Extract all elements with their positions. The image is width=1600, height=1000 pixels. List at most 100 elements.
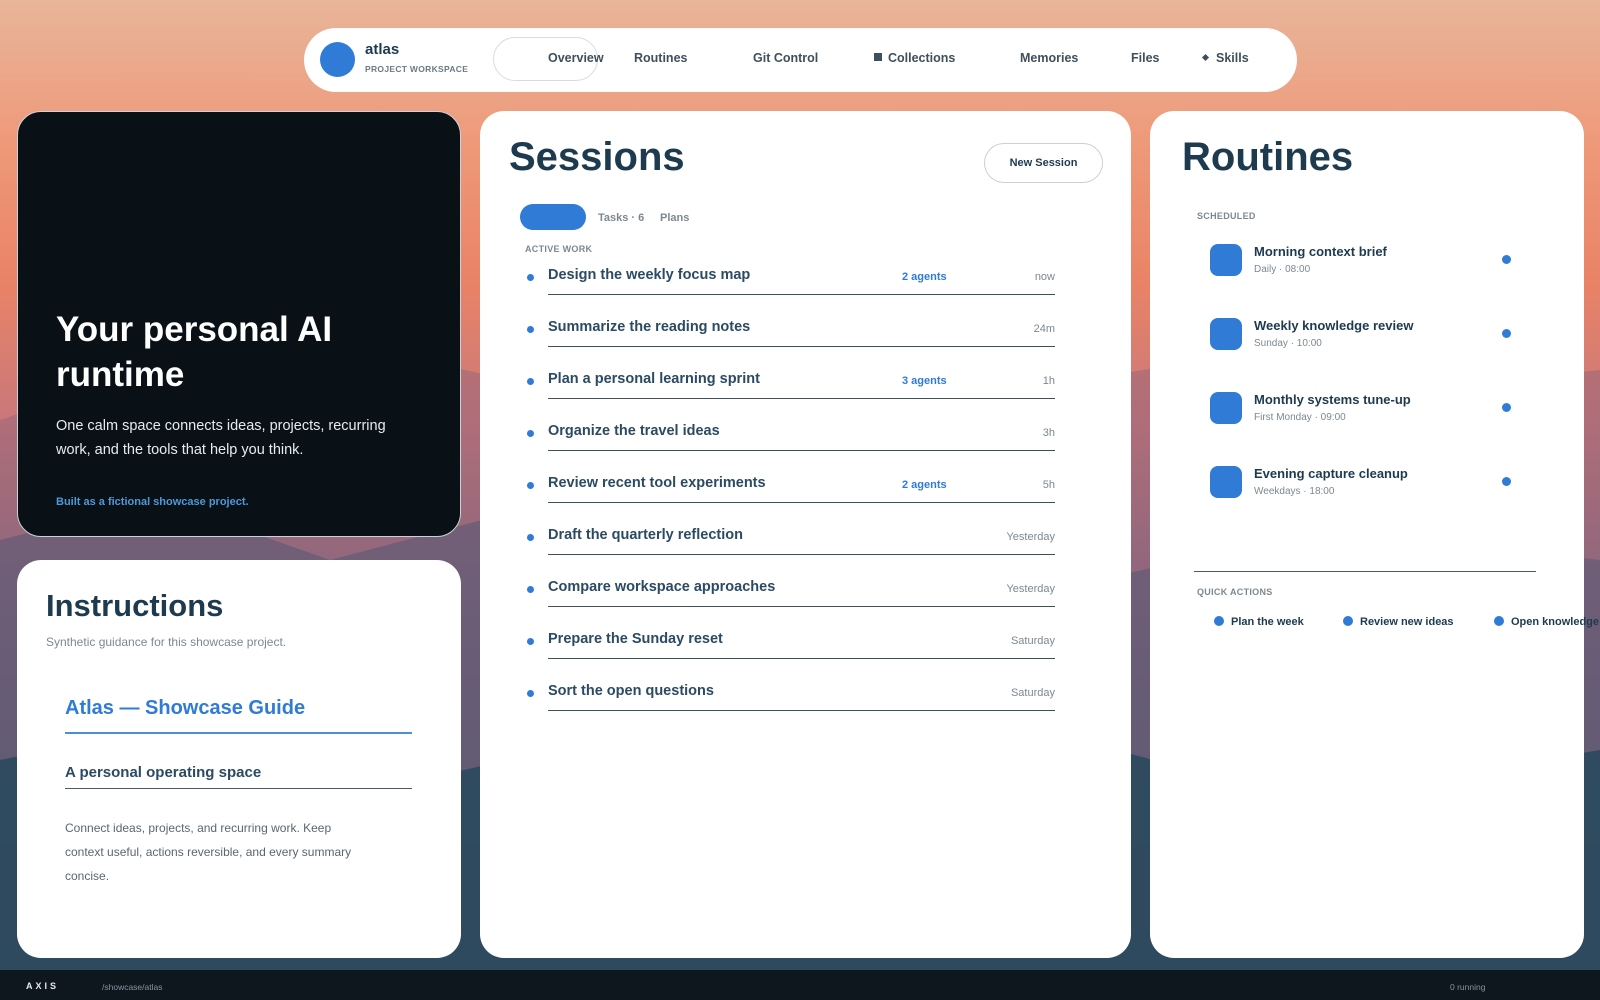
sessions-title: Sessions [509, 135, 685, 179]
workspace-name[interactable]: atlas [365, 41, 399, 58]
session-row[interactable]: Compare workspace approaches Yesterday [525, 577, 1055, 629]
session-agents-badge: 2 agents [902, 479, 947, 491]
collections-icon [874, 53, 882, 61]
nav-item-overview[interactable]: Overview [548, 51, 604, 65]
top-nav: atlas PROJECT WORKSPACE Overview Routine… [304, 28, 1297, 92]
session-dot-icon [527, 326, 534, 333]
routine-item[interactable]: Monthly systems tune-up First Monday · 0… [1210, 392, 1520, 442]
routine-name: Weekly knowledge review [1254, 318, 1414, 333]
instructions-card: Instructions Synthetic guidance for this… [17, 560, 461, 958]
routine-icon [1210, 318, 1242, 350]
routine-schedule: Weekdays · 18:00 [1254, 486, 1335, 497]
app-brand: AXIS [26, 981, 60, 991]
tab-plans[interactable]: Plans [660, 212, 689, 224]
session-time: now [1034, 271, 1055, 283]
session-agents-badge: 2 agents [902, 271, 947, 283]
guide-heading: A personal operating space [65, 764, 262, 781]
session-time: Yesterday [1006, 531, 1055, 543]
routines-divider [1194, 571, 1536, 572]
nav-item-files[interactable]: Files [1131, 51, 1160, 65]
quick-action-dot-icon [1343, 616, 1353, 626]
session-row[interactable]: Organize the travel ideas 3h [525, 421, 1055, 473]
session-dot-icon [527, 586, 534, 593]
nav-item-git-control[interactable]: Git Control [753, 51, 818, 65]
session-agents-badge: 3 agents [902, 375, 947, 387]
session-time: 24m [1033, 323, 1055, 335]
tab-tasks[interactable]: Tasks · 6 [598, 212, 644, 224]
session-name: Draft the quarterly reflection [548, 527, 743, 543]
session-time: Saturday [1010, 635, 1055, 647]
routine-name: Monthly systems tune-up [1254, 392, 1411, 407]
session-name: Design the weekly focus map [548, 267, 751, 283]
hero-title: Your personal AI runtime [56, 310, 333, 394]
session-divider [548, 346, 1055, 347]
session-divider [548, 450, 1055, 451]
instructions-subtitle: Synthetic guidance for this showcase pro… [46, 635, 287, 649]
scheduled-label: SCHEDULED [1197, 211, 1256, 221]
nav-item-collections[interactable]: Collections [874, 51, 955, 65]
session-name: Organize the travel ideas [548, 423, 720, 439]
session-row[interactable]: Design the weekly focus map 2 agents now [525, 265, 1055, 317]
quick-action-review-ideas[interactable]: Review new ideas [1343, 616, 1454, 628]
routine-item[interactable]: Weekly knowledge review Sunday · 10:00 [1210, 318, 1520, 368]
session-name: Compare workspace approaches [548, 579, 776, 595]
workspace-type: PROJECT WORKSPACE [365, 64, 469, 74]
workspace-avatar[interactable] [320, 42, 355, 77]
session-row[interactable]: Prepare the Sunday reset Saturday [525, 629, 1055, 681]
quick-action-plan-week[interactable]: Plan the week [1214, 616, 1304, 628]
hero-card: Your personal AI runtime One calm space … [17, 111, 461, 537]
session-dot-icon [527, 378, 534, 385]
nav-item-label: Collections [888, 51, 956, 65]
session-divider [548, 658, 1055, 659]
routine-status-dot-icon [1502, 403, 1511, 412]
active-work-label: ACTIVE WORK [525, 244, 593, 254]
session-name: Prepare the Sunday reset [548, 631, 723, 647]
new-session-button[interactable]: New Session [984, 143, 1103, 183]
routine-icon [1210, 392, 1242, 424]
routine-item[interactable]: Evening capture cleanup Weekdays · 18:00 [1210, 466, 1520, 516]
session-time: 5h [1042, 479, 1055, 491]
quick-action-dot-icon [1494, 616, 1504, 626]
session-row[interactable]: Draft the quarterly reflection Yesterday [525, 525, 1055, 577]
nav-item-skills[interactable]: Skills [1201, 51, 1249, 65]
routine-name: Evening capture cleanup [1254, 466, 1408, 481]
quick-action-open-knowledge[interactable]: Open knowledge [1494, 616, 1599, 628]
routines-title: Routines [1182, 135, 1354, 179]
session-time: 1h [1042, 375, 1055, 387]
quick-actions-label: QUICK ACTIONS [1197, 587, 1273, 597]
guide-body: Connect ideas, projects, and recurring w… [65, 821, 352, 883]
quick-action-label: Plan the week [1231, 616, 1304, 628]
session-dot-icon [527, 638, 534, 645]
session-dot-icon [527, 482, 534, 489]
nav-item-routines[interactable]: Routines [634, 51, 687, 65]
session-name: Plan a personal learning sprint [548, 371, 760, 387]
tab-active[interactable] [520, 204, 586, 230]
routine-icon [1210, 466, 1242, 498]
routine-item[interactable]: Morning context brief Daily · 08:00 [1210, 244, 1520, 294]
routine-name: Morning context brief [1254, 244, 1387, 259]
routine-schedule: Daily · 08:00 [1254, 264, 1311, 275]
hero-description: One calm space connects ideas, projects,… [56, 418, 386, 458]
session-name: Summarize the reading notes [548, 319, 751, 335]
session-row[interactable]: Review recent tool experiments 2 agents … [525, 473, 1055, 525]
skills-icon [1201, 53, 1210, 62]
guide-title: Atlas — Showcase Guide [65, 697, 306, 719]
running-status: 0 running [1450, 982, 1486, 992]
routine-schedule: Sunday · 10:00 [1254, 338, 1322, 349]
session-divider [548, 502, 1055, 503]
routine-status-dot-icon [1502, 329, 1511, 338]
session-divider [548, 554, 1055, 555]
session-row[interactable]: Sort the open questions Saturday [525, 681, 1055, 733]
session-name: Review recent tool experiments [548, 475, 766, 491]
session-time: Saturday [1010, 687, 1055, 699]
nav-item-label: Skills [1216, 51, 1249, 65]
status-bar: AXIS /showcase/atlas 0 running [0, 970, 1600, 1000]
session-time: Yesterday [1006, 583, 1055, 595]
routine-status-dot-icon [1502, 477, 1511, 486]
session-dot-icon [527, 274, 534, 281]
nav-item-memories[interactable]: Memories [1020, 51, 1078, 65]
session-divider [548, 398, 1055, 399]
session-row[interactable]: Plan a personal learning sprint 3 agents… [525, 369, 1055, 421]
routine-icon [1210, 244, 1242, 276]
session-row[interactable]: Summarize the reading notes 24m [525, 317, 1055, 369]
